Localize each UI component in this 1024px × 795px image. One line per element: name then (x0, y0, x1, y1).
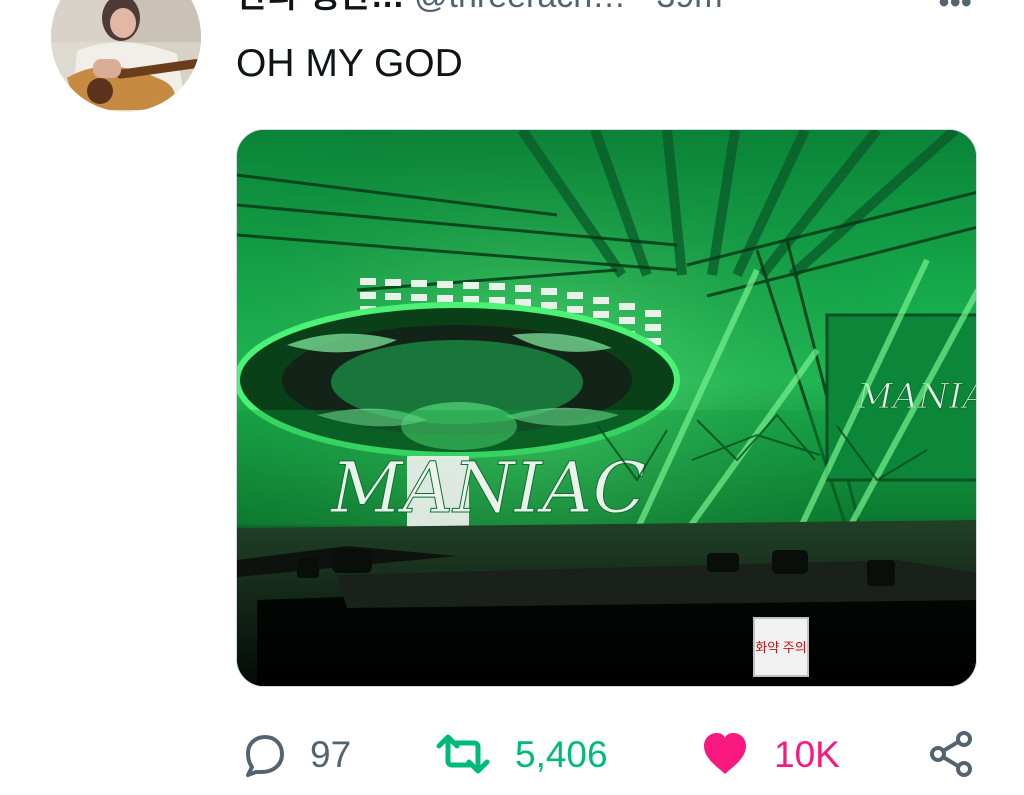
timestamp-separator: · (636, 0, 647, 14)
more-icon[interactable]: ••• (938, 0, 972, 18)
retweet-icon[interactable] (435, 730, 491, 778)
tweet-image[interactable]: MANIAC MANIAC 화약 주의 (236, 129, 977, 687)
like-button[interactable]: 10K (700, 722, 840, 786)
tweet-text: OH MY GOD (236, 42, 463, 85)
reply-icon[interactable] (238, 730, 286, 778)
like-count: 10K (774, 733, 840, 775)
reply-count: 97 (310, 733, 352, 775)
user-handle[interactable]: @threerach… (414, 0, 626, 14)
heart-icon[interactable] (700, 731, 750, 777)
retweet-button[interactable]: 5,406 (435, 722, 608, 786)
avatar[interactable] (51, 0, 201, 112)
tweet-actions: 97 5,406 10K (0, 722, 1024, 786)
timestamp[interactable]: 39m (656, 0, 722, 14)
display-name[interactable]: 한라 생한… (236, 0, 405, 14)
tweet-header: 한라 생한… @threerach… · 39m (236, 0, 1024, 14)
share-icon[interactable] (926, 730, 976, 778)
share-button[interactable] (926, 722, 976, 786)
retweet-count: 5,406 (515, 733, 608, 775)
reply-button[interactable]: 97 (238, 722, 351, 786)
